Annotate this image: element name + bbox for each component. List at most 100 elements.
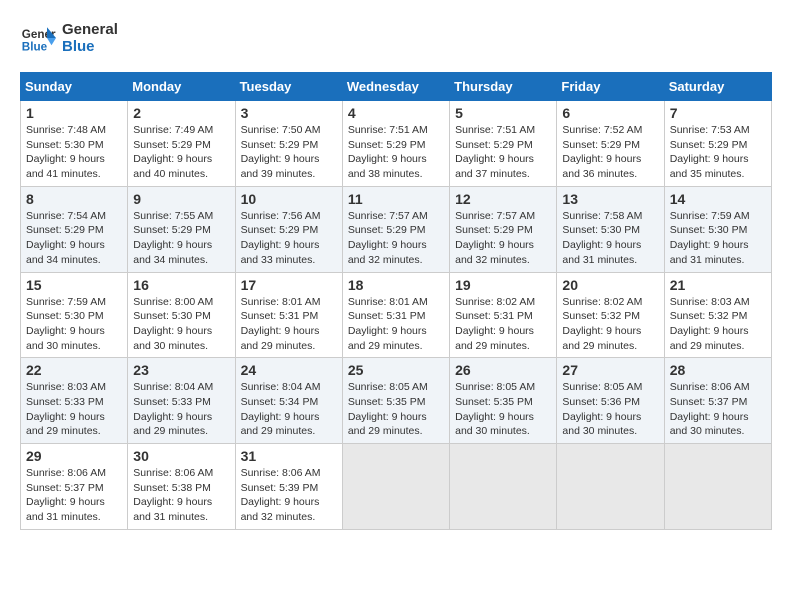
day-number: 24 <box>241 362 337 378</box>
calendar-table: SundayMondayTuesdayWednesdayThursdayFrid… <box>20 72 772 530</box>
day-info: Sunrise: 7:59 AM Sunset: 5:30 PM Dayligh… <box>26 295 122 354</box>
day-info: Sunrise: 8:00 AM Sunset: 5:30 PM Dayligh… <box>133 295 229 354</box>
calendar-day-cell: 13 Sunrise: 7:58 AM Sunset: 5:30 PM Dayl… <box>557 186 664 272</box>
calendar-day-cell: 8 Sunrise: 7:54 AM Sunset: 5:29 PM Dayli… <box>21 186 128 272</box>
calendar-day-cell: 3 Sunrise: 7:50 AM Sunset: 5:29 PM Dayli… <box>235 101 342 187</box>
day-info: Sunrise: 7:56 AM Sunset: 5:29 PM Dayligh… <box>241 209 337 268</box>
day-info: Sunrise: 7:53 AM Sunset: 5:29 PM Dayligh… <box>670 123 766 182</box>
calendar-day-cell: 23 Sunrise: 8:04 AM Sunset: 5:33 PM Dayl… <box>128 358 235 444</box>
weekday-header: Sunday <box>21 73 128 101</box>
weekday-header: Saturday <box>664 73 771 101</box>
calendar-day-cell: 24 Sunrise: 8:04 AM Sunset: 5:34 PM Dayl… <box>235 358 342 444</box>
calendar-day-cell: 31 Sunrise: 8:06 AM Sunset: 5:39 PM Dayl… <box>235 444 342 530</box>
day-number: 5 <box>455 105 551 121</box>
calendar-week-row: 22 Sunrise: 8:03 AM Sunset: 5:33 PM Dayl… <box>21 358 772 444</box>
day-number: 13 <box>562 191 658 207</box>
day-info: Sunrise: 8:03 AM Sunset: 5:33 PM Dayligh… <box>26 380 122 439</box>
day-info: Sunrise: 7:58 AM Sunset: 5:30 PM Dayligh… <box>562 209 658 268</box>
calendar-week-row: 8 Sunrise: 7:54 AM Sunset: 5:29 PM Dayli… <box>21 186 772 272</box>
day-number: 28 <box>670 362 766 378</box>
calendar-day-cell: 11 Sunrise: 7:57 AM Sunset: 5:29 PM Dayl… <box>342 186 449 272</box>
day-info: Sunrise: 7:59 AM Sunset: 5:30 PM Dayligh… <box>670 209 766 268</box>
calendar-day-cell: 10 Sunrise: 7:56 AM Sunset: 5:29 PM Dayl… <box>235 186 342 272</box>
day-info: Sunrise: 7:57 AM Sunset: 5:29 PM Dayligh… <box>455 209 551 268</box>
logo-icon: General Blue <box>20 20 56 56</box>
calendar-day-cell: 29 Sunrise: 8:06 AM Sunset: 5:37 PM Dayl… <box>21 444 128 530</box>
calendar-day-cell: 18 Sunrise: 8:01 AM Sunset: 5:31 PM Dayl… <box>342 272 449 358</box>
calendar-day-cell: 22 Sunrise: 8:03 AM Sunset: 5:33 PM Dayl… <box>21 358 128 444</box>
day-number: 19 <box>455 277 551 293</box>
calendar-day-cell: 6 Sunrise: 7:52 AM Sunset: 5:29 PM Dayli… <box>557 101 664 187</box>
weekday-header: Monday <box>128 73 235 101</box>
calendar-day-cell: 20 Sunrise: 8:02 AM Sunset: 5:32 PM Dayl… <box>557 272 664 358</box>
day-info: Sunrise: 7:49 AM Sunset: 5:29 PM Dayligh… <box>133 123 229 182</box>
day-info: Sunrise: 8:06 AM Sunset: 5:38 PM Dayligh… <box>133 466 229 525</box>
svg-text:Blue: Blue <box>22 41 48 54</box>
day-info: Sunrise: 8:05 AM Sunset: 5:35 PM Dayligh… <box>455 380 551 439</box>
calendar-day-cell: 15 Sunrise: 7:59 AM Sunset: 5:30 PM Dayl… <box>21 272 128 358</box>
calendar-day-cell: 12 Sunrise: 7:57 AM Sunset: 5:29 PM Dayl… <box>450 186 557 272</box>
day-info: Sunrise: 7:51 AM Sunset: 5:29 PM Dayligh… <box>348 123 444 182</box>
calendar-day-cell: 26 Sunrise: 8:05 AM Sunset: 5:35 PM Dayl… <box>450 358 557 444</box>
calendar-empty-cell <box>664 444 771 530</box>
day-number: 22 <box>26 362 122 378</box>
day-info: Sunrise: 7:55 AM Sunset: 5:29 PM Dayligh… <box>133 209 229 268</box>
day-info: Sunrise: 7:57 AM Sunset: 5:29 PM Dayligh… <box>348 209 444 268</box>
calendar-day-cell: 17 Sunrise: 8:01 AM Sunset: 5:31 PM Dayl… <box>235 272 342 358</box>
logo-blue: Blue <box>62 38 118 55</box>
calendar-empty-cell <box>557 444 664 530</box>
day-info: Sunrise: 7:51 AM Sunset: 5:29 PM Dayligh… <box>455 123 551 182</box>
day-number: 3 <box>241 105 337 121</box>
day-number: 7 <box>670 105 766 121</box>
day-info: Sunrise: 8:06 AM Sunset: 5:37 PM Dayligh… <box>670 380 766 439</box>
weekday-header: Thursday <box>450 73 557 101</box>
calendar-day-cell: 7 Sunrise: 7:53 AM Sunset: 5:29 PM Dayli… <box>664 101 771 187</box>
calendar-day-cell: 28 Sunrise: 8:06 AM Sunset: 5:37 PM Dayl… <box>664 358 771 444</box>
day-number: 29 <box>26 448 122 464</box>
day-number: 9 <box>133 191 229 207</box>
day-info: Sunrise: 7:48 AM Sunset: 5:30 PM Dayligh… <box>26 123 122 182</box>
calendar-day-cell: 27 Sunrise: 8:05 AM Sunset: 5:36 PM Dayl… <box>557 358 664 444</box>
day-info: Sunrise: 7:50 AM Sunset: 5:29 PM Dayligh… <box>241 123 337 182</box>
day-number: 23 <box>133 362 229 378</box>
day-number: 8 <box>26 191 122 207</box>
calendar-day-cell: 5 Sunrise: 7:51 AM Sunset: 5:29 PM Dayli… <box>450 101 557 187</box>
day-number: 1 <box>26 105 122 121</box>
day-info: Sunrise: 8:04 AM Sunset: 5:33 PM Dayligh… <box>133 380 229 439</box>
logo-general: General <box>62 21 118 38</box>
calendar-day-cell: 21 Sunrise: 8:03 AM Sunset: 5:32 PM Dayl… <box>664 272 771 358</box>
day-number: 25 <box>348 362 444 378</box>
day-number: 26 <box>455 362 551 378</box>
day-info: Sunrise: 8:03 AM Sunset: 5:32 PM Dayligh… <box>670 295 766 354</box>
calendar-week-row: 1 Sunrise: 7:48 AM Sunset: 5:30 PM Dayli… <box>21 101 772 187</box>
day-info: Sunrise: 8:01 AM Sunset: 5:31 PM Dayligh… <box>241 295 337 354</box>
day-info: Sunrise: 8:06 AM Sunset: 5:39 PM Dayligh… <box>241 466 337 525</box>
day-info: Sunrise: 8:05 AM Sunset: 5:36 PM Dayligh… <box>562 380 658 439</box>
day-number: 14 <box>670 191 766 207</box>
day-info: Sunrise: 8:02 AM Sunset: 5:32 PM Dayligh… <box>562 295 658 354</box>
day-info: Sunrise: 8:02 AM Sunset: 5:31 PM Dayligh… <box>455 295 551 354</box>
calendar-day-cell: 4 Sunrise: 7:51 AM Sunset: 5:29 PM Dayli… <box>342 101 449 187</box>
weekday-header: Wednesday <box>342 73 449 101</box>
day-number: 10 <box>241 191 337 207</box>
day-number: 27 <box>562 362 658 378</box>
logo: General Blue General Blue <box>20 20 118 56</box>
day-number: 2 <box>133 105 229 121</box>
calendar-empty-cell <box>450 444 557 530</box>
calendar-day-cell: 30 Sunrise: 8:06 AM Sunset: 5:38 PM Dayl… <box>128 444 235 530</box>
day-info: Sunrise: 8:01 AM Sunset: 5:31 PM Dayligh… <box>348 295 444 354</box>
day-number: 16 <box>133 277 229 293</box>
calendar-day-cell: 9 Sunrise: 7:55 AM Sunset: 5:29 PM Dayli… <box>128 186 235 272</box>
calendar-header-row: SundayMondayTuesdayWednesdayThursdayFrid… <box>21 73 772 101</box>
day-number: 12 <box>455 191 551 207</box>
day-number: 30 <box>133 448 229 464</box>
page-header: General Blue General Blue <box>20 20 772 56</box>
calendar-day-cell: 16 Sunrise: 8:00 AM Sunset: 5:30 PM Dayl… <box>128 272 235 358</box>
weekday-header: Tuesday <box>235 73 342 101</box>
day-info: Sunrise: 7:54 AM Sunset: 5:29 PM Dayligh… <box>26 209 122 268</box>
day-number: 11 <box>348 191 444 207</box>
calendar-week-row: 15 Sunrise: 7:59 AM Sunset: 5:30 PM Dayl… <box>21 272 772 358</box>
day-info: Sunrise: 8:04 AM Sunset: 5:34 PM Dayligh… <box>241 380 337 439</box>
day-number: 15 <box>26 277 122 293</box>
weekday-header: Friday <box>557 73 664 101</box>
